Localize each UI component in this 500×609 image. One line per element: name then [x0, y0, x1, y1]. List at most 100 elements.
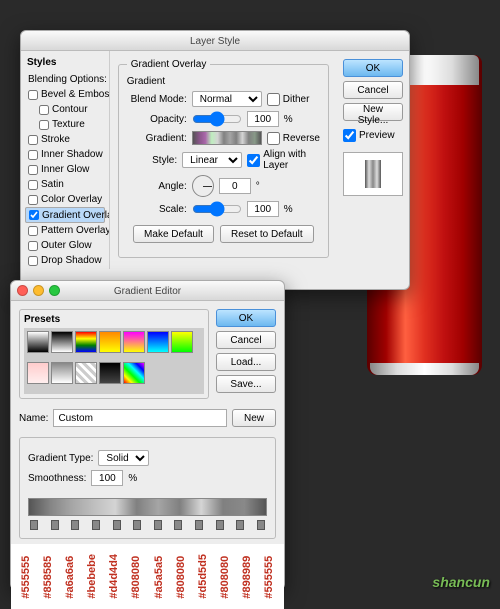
preset-swatch[interactable] — [99, 331, 121, 353]
reset-default-button[interactable]: Reset to Default — [220, 225, 314, 243]
checkbox[interactable] — [39, 105, 49, 115]
stop-handle[interactable] — [113, 520, 121, 530]
blend-mode-select[interactable]: Normal — [192, 91, 262, 107]
ge-buttons: OK Cancel Load... Save... — [216, 309, 276, 393]
close-icon[interactable] — [17, 285, 28, 296]
stop-handle[interactable] — [195, 520, 203, 530]
gradient-overlay-group: Gradient Overlay Gradient Blend Mode: No… — [118, 59, 329, 258]
ok-button[interactable]: OK — [343, 59, 403, 77]
checkbox[interactable] — [28, 226, 38, 236]
checkbox[interactable] — [28, 90, 38, 100]
opacity-slider[interactable] — [192, 111, 242, 127]
hex-value: #bebebe — [86, 554, 98, 599]
opt-pattern-overlay[interactable]: Pattern Overlay — [25, 223, 105, 238]
cancel-button[interactable]: Cancel — [216, 331, 276, 349]
checkbox[interactable] — [39, 120, 49, 130]
scale-slider[interactable] — [192, 201, 242, 217]
smoothness-input[interactable] — [91, 470, 123, 486]
reverse-checkbox[interactable] — [267, 132, 280, 145]
color-stops — [28, 520, 267, 530]
new-button[interactable]: New — [232, 409, 276, 427]
titlebar: Layer Style — [21, 31, 409, 51]
hex-value: #555555 — [263, 554, 275, 599]
opt-texture[interactable]: Texture — [25, 117, 105, 132]
opt-gradient-overlay[interactable]: Gradient Overlay — [25, 207, 105, 223]
blending-options[interactable]: Blending Options: Default — [25, 72, 105, 87]
hex-value: #808080 — [130, 554, 142, 599]
preset-swatch[interactable] — [123, 331, 145, 353]
opacity-label: Opacity: — [127, 114, 187, 125]
gradient-picker[interactable] — [192, 131, 262, 145]
opt-inner-glow[interactable]: Inner Glow — [25, 162, 105, 177]
gradient-label: Gradient: — [127, 133, 187, 144]
stop-handle[interactable] — [30, 520, 38, 530]
style-select[interactable]: Linear — [182, 152, 242, 168]
opt-contour[interactable]: Contour — [25, 102, 105, 117]
preset-swatch[interactable] — [27, 362, 49, 384]
type-label: Gradient Type: — [28, 453, 93, 464]
preset-swatch[interactable] — [27, 331, 49, 353]
preset-swatch[interactable] — [75, 362, 97, 384]
save-button[interactable]: Save... — [216, 375, 276, 393]
preset-swatch[interactable] — [147, 331, 169, 353]
align-checkbox[interactable] — [247, 154, 260, 167]
stop-handle[interactable] — [216, 520, 224, 530]
new-style-button[interactable]: New Style... — [343, 103, 403, 121]
opt-satin[interactable]: Satin — [25, 177, 105, 192]
opt-bevel[interactable]: Bevel & Emboss — [25, 87, 105, 102]
zoom-icon[interactable] — [49, 285, 60, 296]
load-button[interactable]: Load... — [216, 353, 276, 371]
checkbox[interactable] — [28, 195, 38, 205]
stop-handle[interactable] — [236, 520, 244, 530]
checkbox[interactable] — [28, 135, 38, 145]
stop-handle[interactable] — [154, 520, 162, 530]
style-label: Style: — [127, 155, 177, 166]
checkbox[interactable] — [29, 210, 39, 220]
checkbox[interactable] — [28, 165, 38, 175]
opt-outer-glow[interactable]: Outer Glow — [25, 238, 105, 253]
preset-swatch[interactable] — [51, 362, 73, 384]
preset-swatch[interactable] — [123, 362, 145, 384]
opacity-input[interactable] — [247, 111, 279, 127]
preset-swatch[interactable] — [99, 362, 121, 384]
make-default-button[interactable]: Make Default — [133, 225, 214, 243]
checkbox[interactable] — [28, 180, 38, 190]
smoothness-label: Smoothness: — [28, 473, 86, 484]
scale-input[interactable] — [247, 201, 279, 217]
styles-sidebar: Styles Blending Options: Default Bevel &… — [21, 51, 110, 269]
opt-inner-shadow[interactable]: Inner Shadow — [25, 147, 105, 162]
preview-checkbox[interactable] — [343, 129, 356, 142]
angle-dial[interactable] — [192, 175, 214, 197]
dialog-title: Layer Style — [190, 36, 240, 47]
dither-checkbox[interactable] — [267, 93, 280, 106]
type-select[interactable]: Solid — [98, 450, 149, 466]
minimize-icon[interactable] — [33, 285, 44, 296]
name-input[interactable] — [53, 409, 227, 427]
ok-button[interactable]: OK — [216, 309, 276, 327]
hex-value: #808080 — [219, 554, 231, 599]
stop-handle[interactable] — [174, 520, 182, 530]
cancel-button[interactable]: Cancel — [343, 81, 403, 99]
angle-input[interactable] — [219, 178, 251, 194]
stop-handle[interactable] — [51, 520, 59, 530]
dialog-title: Gradient Editor — [114, 286, 181, 297]
blend-mode-label: Blend Mode: — [127, 94, 187, 105]
stop-handle[interactable] — [71, 520, 79, 530]
preset-swatch[interactable] — [75, 331, 97, 353]
checkbox[interactable] — [28, 241, 38, 251]
hex-value: #555555 — [20, 554, 32, 599]
preset-swatch[interactable] — [51, 331, 73, 353]
gradient-bar[interactable] — [28, 498, 267, 516]
stop-handle[interactable] — [133, 520, 141, 530]
layer-style-dialog: Layer Style Styles Blending Options: Def… — [20, 30, 410, 290]
hex-value: #808080 — [175, 554, 187, 599]
opt-drop-shadow[interactable]: Drop Shadow — [25, 253, 105, 268]
checkbox[interactable] — [28, 256, 38, 266]
hex-values: #555555 #858585 #a6a6a6 #bebebe #d4d4d4 … — [11, 544, 284, 609]
opt-color-overlay[interactable]: Color Overlay — [25, 192, 105, 207]
stop-handle[interactable] — [92, 520, 100, 530]
stop-handle[interactable] — [257, 520, 265, 530]
checkbox[interactable] — [28, 150, 38, 160]
preset-swatch[interactable] — [171, 331, 193, 353]
opt-stroke[interactable]: Stroke — [25, 132, 105, 147]
